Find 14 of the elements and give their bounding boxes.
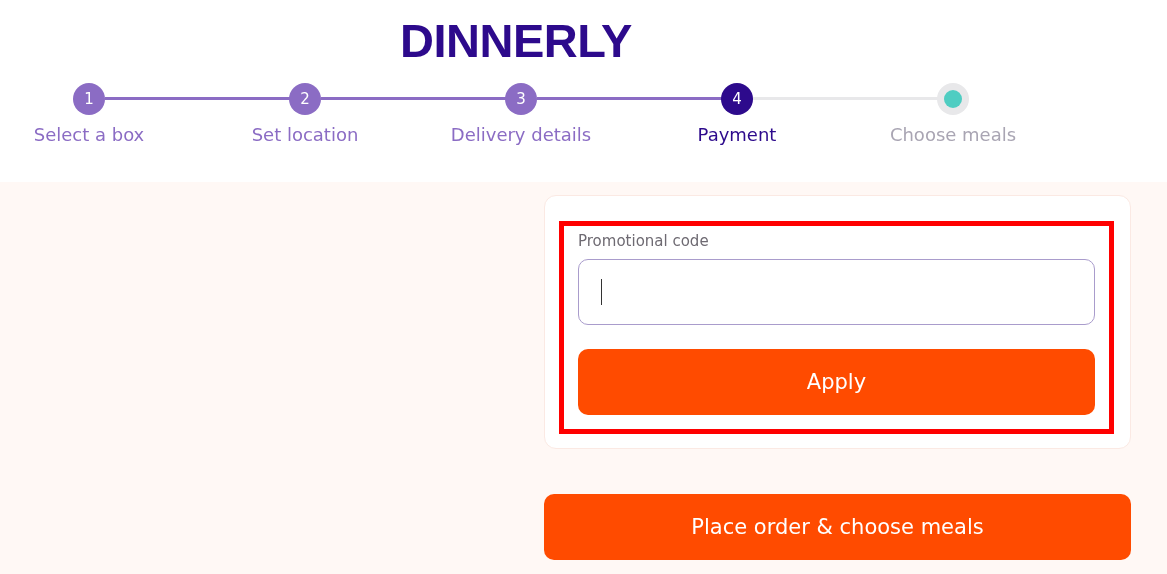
apply-button[interactable]: Apply: [578, 349, 1095, 415]
step-label: Delivery details: [450, 124, 592, 145]
logo: DINNERLY: [400, 16, 632, 66]
field-label: Promotional code: [578, 232, 710, 250]
step-number: 4: [721, 83, 753, 115]
step-number: 1: [73, 83, 105, 115]
step-label: Set location: [251, 124, 359, 145]
promo-code-field[interactable]: [578, 259, 1095, 325]
step-label: Choose meals: [889, 124, 1017, 145]
step-number: 2: [289, 83, 321, 115]
step-number: 3: [505, 83, 537, 115]
step-label: Payment: [697, 124, 777, 145]
step-label: Select a box: [33, 124, 145, 145]
place-order-button[interactable]: Place order & choose meals: [544, 494, 1131, 560]
